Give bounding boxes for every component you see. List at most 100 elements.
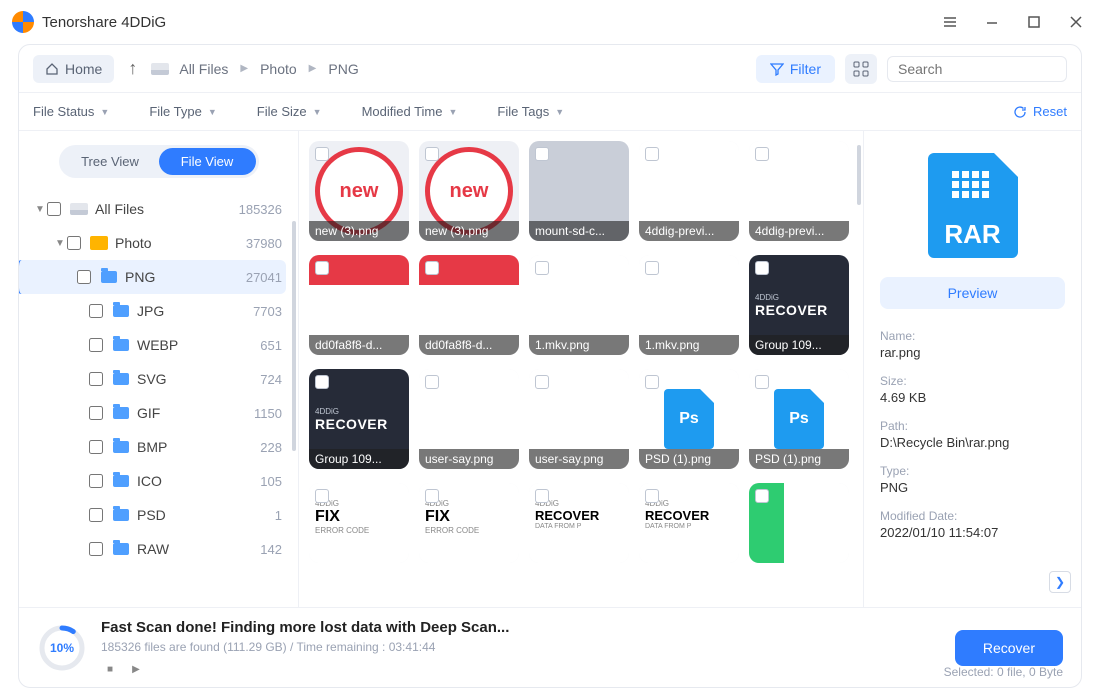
tree-item-gif[interactable]: GIF 1150 xyxy=(31,396,286,430)
reset-button[interactable]: Reset xyxy=(1013,104,1067,119)
file-thumbnail[interactable]: mount-sd-c... xyxy=(529,141,629,241)
stop-scan-button[interactable]: ■ xyxy=(101,662,119,676)
checkbox-svg[interactable] xyxy=(89,372,103,386)
filter-file-type[interactable]: File Type▼ xyxy=(149,104,216,119)
file-thumbnail[interactable]: user-say.png xyxy=(529,369,629,469)
breadcrumb: All Files ▶ Photo ▶ PNG xyxy=(179,61,358,77)
file-thumbnail[interactable]: 4ddig-previ... xyxy=(749,141,849,241)
meta-size-key: Size: xyxy=(880,374,1065,388)
resume-scan-button[interactable]: ▶ xyxy=(127,662,145,676)
file-thumbnail[interactable]: 4DDiGFIXERROR CODE xyxy=(419,483,519,563)
checkbox-bmp[interactable] xyxy=(89,440,103,454)
up-button[interactable]: ↑ xyxy=(124,58,141,79)
thumbnail-checkbox[interactable] xyxy=(535,261,549,275)
thumbnail-checkbox[interactable] xyxy=(755,375,769,389)
tree-item-svg[interactable]: SVG 724 xyxy=(31,362,286,396)
preview-thumbnail: RAR xyxy=(888,145,1058,265)
thumbnail-checkbox[interactable] xyxy=(645,489,659,503)
tree-view-tab[interactable]: Tree View xyxy=(62,148,159,175)
file-thumbnail[interactable]: PsPSD (1).png xyxy=(639,369,739,469)
search-input[interactable] xyxy=(898,61,1079,77)
checkbox-raw[interactable] xyxy=(89,542,103,556)
file-thumbnail[interactable]: 1.mkv.png xyxy=(529,255,629,355)
file-thumbnail[interactable]: dd0fa8f8-d... xyxy=(419,255,519,355)
thumbnail-checkbox[interactable] xyxy=(645,375,659,389)
grid-icon xyxy=(853,61,869,77)
thumbnail-caption: PSD (1).png xyxy=(639,449,739,469)
checkbox-webp[interactable] xyxy=(89,338,103,352)
thumbnail-checkbox[interactable] xyxy=(425,147,439,161)
tree-photo[interactable]: ▼ Photo 37980 xyxy=(31,226,286,260)
crumb-all-files[interactable]: All Files xyxy=(179,61,228,77)
tree-item-webp[interactable]: WEBP 651 xyxy=(31,328,286,362)
tree-item-bmp[interactable]: BMP 228 xyxy=(31,430,286,464)
checkbox-photo[interactable] xyxy=(67,236,81,250)
filter-button[interactable]: Filter xyxy=(756,55,835,83)
thumbnail-checkbox[interactable] xyxy=(535,375,549,389)
file-thumbnail[interactable]: dd0fa8f8-d... xyxy=(309,255,409,355)
filter-file-status[interactable]: File Status▼ xyxy=(33,104,109,119)
file-thumbnail[interactable]: 4ddig-previ... xyxy=(639,141,739,241)
crumb-png[interactable]: PNG xyxy=(328,61,358,77)
file-thumbnail[interactable]: user-say.png xyxy=(419,369,519,469)
file-view-tab[interactable]: File View xyxy=(159,148,256,175)
checkbox-jpg[interactable] xyxy=(89,304,103,318)
file-thumbnail[interactable]: 4DDiGFIXERROR CODE xyxy=(309,483,409,563)
thumbnail-checkbox[interactable] xyxy=(755,489,769,503)
next-button[interactable]: ❯ xyxy=(1049,571,1071,593)
file-thumbnail[interactable]: newnew (3).png xyxy=(419,141,519,241)
thumbnail-checkbox[interactable] xyxy=(315,147,329,161)
meta-type-value: PNG xyxy=(880,480,1065,495)
minimize-button[interactable] xyxy=(980,10,1004,34)
preview-button[interactable]: Preview xyxy=(880,277,1065,309)
grid-view-toggle[interactable] xyxy=(845,54,877,84)
thumbnail-checkbox[interactable] xyxy=(425,489,439,503)
close-button[interactable] xyxy=(1064,10,1088,34)
thumbnail-checkbox[interactable] xyxy=(645,261,659,275)
thumbnail-checkbox[interactable] xyxy=(535,489,549,503)
tree-item-ico[interactable]: ICO 105 xyxy=(31,464,286,498)
thumbnail-caption: PSD (1).png xyxy=(749,449,849,469)
meta-modified-key: Modified Date: xyxy=(880,509,1065,523)
file-thumbnail[interactable] xyxy=(749,483,849,563)
menu-icon[interactable] xyxy=(938,10,962,34)
meta-name-value: rar.png xyxy=(880,345,1065,360)
thumbnail-checkbox[interactable] xyxy=(425,375,439,389)
file-thumbnail[interactable]: 1.mkv.png xyxy=(639,255,739,355)
tree-item-png[interactable]: PNG 27041 xyxy=(19,260,286,294)
tree-item-psd[interactable]: PSD 1 xyxy=(31,498,286,532)
thumbnail-checkbox[interactable] xyxy=(315,375,329,389)
filter-file-size[interactable]: File Size▼ xyxy=(257,104,322,119)
thumbnail-checkbox[interactable] xyxy=(535,147,549,161)
tree-item-jpg[interactable]: JPG 7703 xyxy=(31,294,286,328)
thumbnail-checkbox[interactable] xyxy=(315,261,329,275)
file-thumbnail[interactable]: PsPSD (1).png xyxy=(749,369,849,469)
grid-scrollbar[interactable] xyxy=(857,145,861,205)
thumbnail-checkbox[interactable] xyxy=(425,261,439,275)
recover-button[interactable]: Recover xyxy=(955,630,1063,666)
file-thumbnail[interactable]: 4DDiGRECOVERDATA FROM P xyxy=(639,483,739,563)
checkbox-gif[interactable] xyxy=(89,406,103,420)
file-thumbnail[interactable]: newnew (3).png xyxy=(309,141,409,241)
thumbnail-checkbox[interactable] xyxy=(755,261,769,275)
sidebar-scrollbar[interactable] xyxy=(292,221,296,451)
checkbox-all-files[interactable] xyxy=(47,202,61,216)
tree-item-raw[interactable]: RAW 142 xyxy=(31,532,286,566)
filter-modified-time[interactable]: Modified Time▼ xyxy=(362,104,458,119)
checkbox-ico[interactable] xyxy=(89,474,103,488)
crumb-photo[interactable]: Photo xyxy=(260,61,297,77)
maximize-button[interactable] xyxy=(1022,10,1046,34)
file-thumbnail[interactable]: 4DDiGRECOVERDATA FROM P xyxy=(529,483,629,563)
checkbox-psd[interactable] xyxy=(89,508,103,522)
thumbnail-checkbox[interactable] xyxy=(755,147,769,161)
thumbnail-checkbox[interactable] xyxy=(315,489,329,503)
thumbnail-checkbox[interactable] xyxy=(645,147,659,161)
checkbox-png[interactable] xyxy=(77,270,91,284)
filter-file-tags[interactable]: File Tags▼ xyxy=(497,104,564,119)
file-thumbnail[interactable]: 4DDiGRECOVERGroup 109... xyxy=(749,255,849,355)
file-thumbnail[interactable]: 4DDiGRECOVERGroup 109... xyxy=(309,369,409,469)
tree-all-files[interactable]: ▼ All Files 185326 xyxy=(31,192,286,226)
home-button[interactable]: Home xyxy=(33,55,114,83)
thumbnail-caption: Group 109... xyxy=(309,449,409,469)
search-box[interactable] xyxy=(887,56,1067,82)
